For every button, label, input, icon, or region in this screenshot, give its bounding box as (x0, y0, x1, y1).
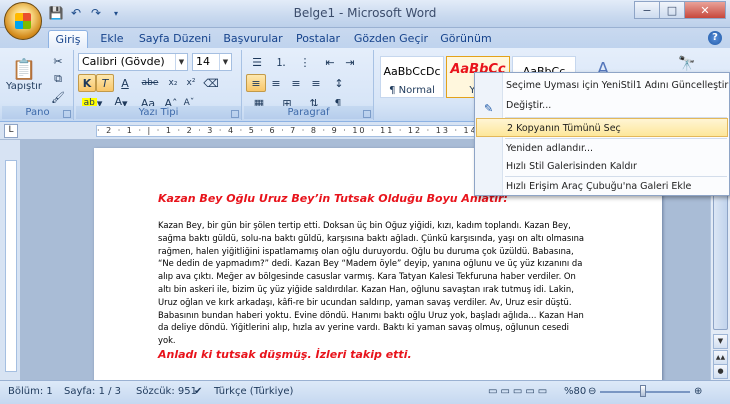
numbering-icon[interactable]: ⒈ (270, 53, 292, 71)
bullets-icon[interactable]: ☰ (246, 53, 268, 71)
office-logo-icon (15, 13, 31, 29)
vertical-ruler-area (0, 140, 20, 380)
ribbon-tabs: Giriş Ekle Sayfa Düzeni Başvurular Posta… (0, 28, 730, 48)
menu-item-label: 2 Kopyanın Tümünü Seç (507, 123, 621, 134)
increase-indent-icon[interactable]: ⇥ (340, 53, 360, 71)
office-button[interactable] (4, 2, 42, 40)
font-size-value: 14 (196, 55, 210, 68)
zoom-slider-thumb[interactable] (640, 385, 646, 397)
tab-selector-icon[interactable]: L (4, 124, 18, 138)
clipboard-launcher-icon[interactable] (63, 110, 71, 118)
help-icon[interactable]: ? (708, 31, 722, 45)
tab-page-layout[interactable]: Sayfa Düzeni (136, 30, 214, 48)
style-context-menu: Seçime Uyması için YeniStil1 Adını Günce… (474, 72, 730, 196)
strikethrough-button[interactable]: abe (138, 74, 162, 92)
window-title: Belge1 - Microsoft Word (293, 6, 437, 20)
menu-item-add-to-qat[interactable]: Hızlı Erişim Araç Çubuğu'na Galeri Ekle (476, 177, 728, 196)
multilevel-list-icon[interactable]: ⋮ (294, 53, 316, 71)
font-launcher-icon[interactable] (231, 110, 239, 118)
prev-page-icon[interactable]: ▲▲ (713, 350, 728, 365)
status-language[interactable]: Türkçe (Türkiye) (214, 386, 293, 397)
cut-icon[interactable]: ✂ (48, 52, 68, 70)
bold-button[interactable]: K (78, 74, 96, 92)
modify-style-icon: ✎ (484, 102, 494, 115)
menu-item-label: Hızlı Erişim Araç Çubuğu'na Galeri Ekle (506, 181, 692, 192)
format-painter-icon[interactable]: 🖌 (48, 88, 68, 106)
clear-format-icon[interactable]: ⌫ (202, 74, 220, 92)
paste-icon: 📋 (11, 56, 37, 81)
status-page[interactable]: Sayfa: 1 / 3 (64, 386, 121, 397)
menu-item-select-all-instances[interactable]: 2 Kopyanın Tümünü Seç (476, 118, 728, 137)
font-name-combo[interactable]: Calibri (Gövde) ▼ (78, 53, 188, 71)
tab-insert[interactable]: Ekle (94, 30, 130, 48)
tab-home[interactable]: Giriş (48, 30, 88, 48)
tab-references[interactable]: Başvurular (222, 30, 284, 48)
menu-item-label: Seçime Uyması için YeniStil1 Adını Günce… (506, 80, 729, 91)
superscript-button[interactable]: x² (182, 74, 200, 92)
close-button[interactable]: ✕ (684, 1, 726, 19)
font-group-label: Yazı Tipi (76, 106, 241, 119)
tab-review[interactable]: Gözden Geçir (352, 30, 430, 48)
menu-item-update-style[interactable]: Seçime Uyması için YeniStil1 Adını Günce… (476, 76, 728, 95)
style-sample: AaBbCcDc (383, 65, 441, 78)
align-right-icon[interactable]: ≡ (286, 74, 306, 92)
paragraph-group: ☰ ⒈ ⋮ ⇤ ⇥ ≡ ≡ ≡ ≡ ↕ ▦ ⊞ ⇅ ¶ Paragraf (244, 50, 374, 120)
font-group: Calibri (Gövde) ▼ 14 ▼ K T A abe x₂ x² ⌫ a… (76, 50, 242, 120)
status-words[interactable]: Sözcük: 951 (136, 386, 197, 397)
maximize-button[interactable]: □ (659, 1, 685, 19)
font-size-combo[interactable]: 14 ▼ (192, 53, 232, 71)
subscript-button[interactable]: x₂ (164, 74, 182, 92)
paste-label: Yapıştır (6, 80, 43, 92)
paragraph-group-label: Paragraf (244, 106, 373, 119)
style-normal[interactable]: AaBbCcDc ¶ Normal (380, 56, 444, 98)
align-center-icon[interactable]: ≡ (266, 74, 286, 92)
line-spacing-icon[interactable]: ↕ (328, 74, 350, 92)
copy-icon[interactable]: ⧉ (48, 70, 68, 88)
menu-item-rename[interactable]: Yeniden adlandır... (476, 139, 728, 158)
menu-item-remove-from-gallery[interactable]: Hızlı Stil Galerisinden Kaldır (476, 157, 728, 176)
tab-view[interactable]: Görünüm (438, 30, 494, 48)
chevron-down-icon[interactable]: ▼ (175, 54, 187, 70)
title-bar: 💾 ↶ ↷ ▾ Belge1 - Microsoft Word − □ ✕ (0, 0, 730, 40)
scroll-down-icon[interactable]: ▼ (713, 334, 728, 349)
menu-item-label: Yeniden adlandır... (506, 143, 594, 154)
decrease-indent-icon[interactable]: ⇤ (320, 53, 340, 71)
document-heading[interactable]: Kazan Bey Oğlu Uruz Bey’in Tutsak Olduğu… (158, 192, 508, 205)
view-buttons[interactable]: ▭▭▭▭▭ (488, 386, 550, 397)
zoom-level[interactable]: %80 (564, 386, 586, 397)
status-bar: Bölüm: 1 Sayfa: 1 / 3 Sözcük: 951 ✔ Türk… (0, 380, 730, 404)
vertical-ruler[interactable] (5, 160, 17, 372)
menu-item-modify[interactable]: ✎ Değiştir... (476, 96, 728, 115)
tab-mailings[interactable]: Postalar (292, 30, 344, 48)
justify-icon[interactable]: ≡ (306, 74, 326, 92)
document-body[interactable]: Kazan Bey, bir gün bir şölen tertip etti… (158, 219, 588, 347)
document-footer-line[interactable]: Anladı ki tutsak düşmüş. İzleri takip et… (158, 348, 412, 361)
italic-button[interactable]: T (96, 74, 114, 92)
paragraph-launcher-icon[interactable] (363, 110, 371, 118)
underline-button[interactable]: A (114, 74, 136, 92)
zoom-in-icon[interactable]: ⊕ (694, 386, 702, 397)
clipboard-group: 📋 Yapıştır ✂ ⧉ 🖌 Pano (2, 50, 74, 120)
menu-item-label: Hızlı Stil Galerisinden Kaldır (506, 161, 637, 172)
paste-button[interactable]: 📋 Yapıştır (6, 52, 42, 96)
menu-item-label: Değiştir... (506, 100, 552, 111)
status-proofing-icon[interactable]: ✔ (194, 386, 202, 397)
browse-object-icon[interactable]: ● (713, 364, 728, 379)
minimize-button[interactable]: − (634, 1, 660, 19)
chevron-down-icon[interactable]: ▼ (219, 54, 231, 70)
style-name: ¶ Normal (389, 85, 435, 96)
zoom-out-icon[interactable]: ⊖ (588, 386, 596, 397)
font-name-value: Calibri (Gövde) (82, 55, 165, 68)
status-section[interactable]: Bölüm: 1 (8, 386, 53, 397)
align-left-icon[interactable]: ≡ (246, 74, 266, 92)
